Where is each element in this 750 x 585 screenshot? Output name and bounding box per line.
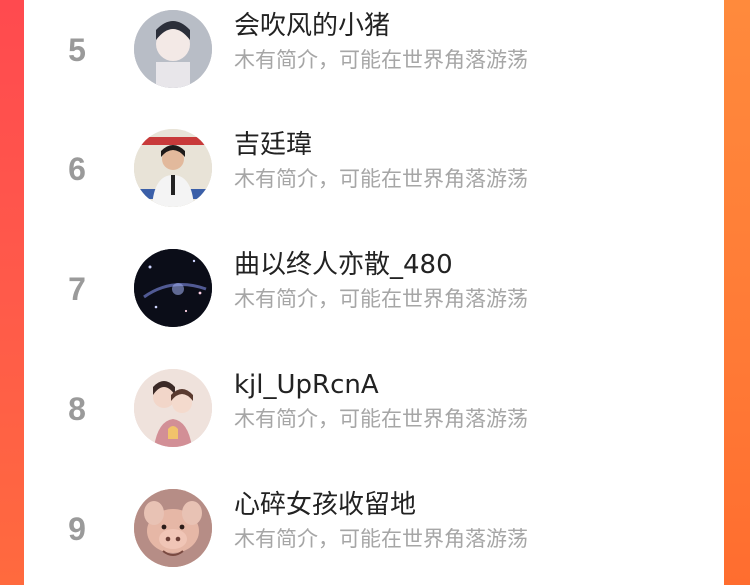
username: kjl_UpRcnA [234,370,379,400]
list-item[interactable]: 5 会吹风的小猪 木有简介，可能在世界角落游荡 [24,0,724,100]
rank-number: 7 [68,271,86,307]
person-photo-avatar-icon [134,129,212,207]
username: 吉廷瑋 [234,130,313,160]
avatar[interactable] [134,249,212,327]
avatar[interactable] [134,129,212,207]
right-gradient-edge [724,0,750,585]
bio-text: 木有简介，可能在世界角落游荡 [234,527,528,551]
avatar[interactable] [134,369,212,447]
username: 曲以终人亦散_480 [234,250,453,280]
night-scene-avatar-icon [134,249,212,327]
rank-number: 6 [68,151,86,187]
rank-number: 8 [68,391,86,427]
avatar[interactable] [134,489,212,567]
anime-boy-avatar-icon [134,10,212,88]
illustrated-couple-avatar-icon [134,369,212,447]
bio-text: 木有简介，可能在世界角落游荡 [234,407,528,431]
username: 心碎女孩收留地 [234,490,417,520]
rank-number: 5 [68,32,86,68]
pig-avatar-icon [134,489,212,567]
list-item[interactable]: 9 心碎女孩收留地 木有简介，可能在世界角落游荡 [24,479,724,579]
list-item[interactable]: 8 kjl_UpRcnA 木有简介，可能在世界角落游荡 [24,359,724,459]
username: 会吹风的小猪 [234,11,391,41]
avatar[interactable] [134,10,212,88]
bio-text: 木有简介，可能在世界角落游荡 [234,287,528,311]
rank-number: 9 [68,511,86,547]
bio-text: 木有简介，可能在世界角落游荡 [234,48,528,72]
ranking-card: 5 会吹风的小猪 木有简介，可能在世界角落游荡 6 吉廷瑋 木有简介，可能在世界… [24,0,724,585]
list-item[interactable]: 7 曲以终人亦散_480 木有简介，可能在世界角落游荡 [24,239,724,339]
list-item[interactable]: 6 吉廷瑋 木有简介，可能在世界角落游荡 [24,119,724,219]
bio-text: 木有简介，可能在世界角落游荡 [234,167,528,191]
